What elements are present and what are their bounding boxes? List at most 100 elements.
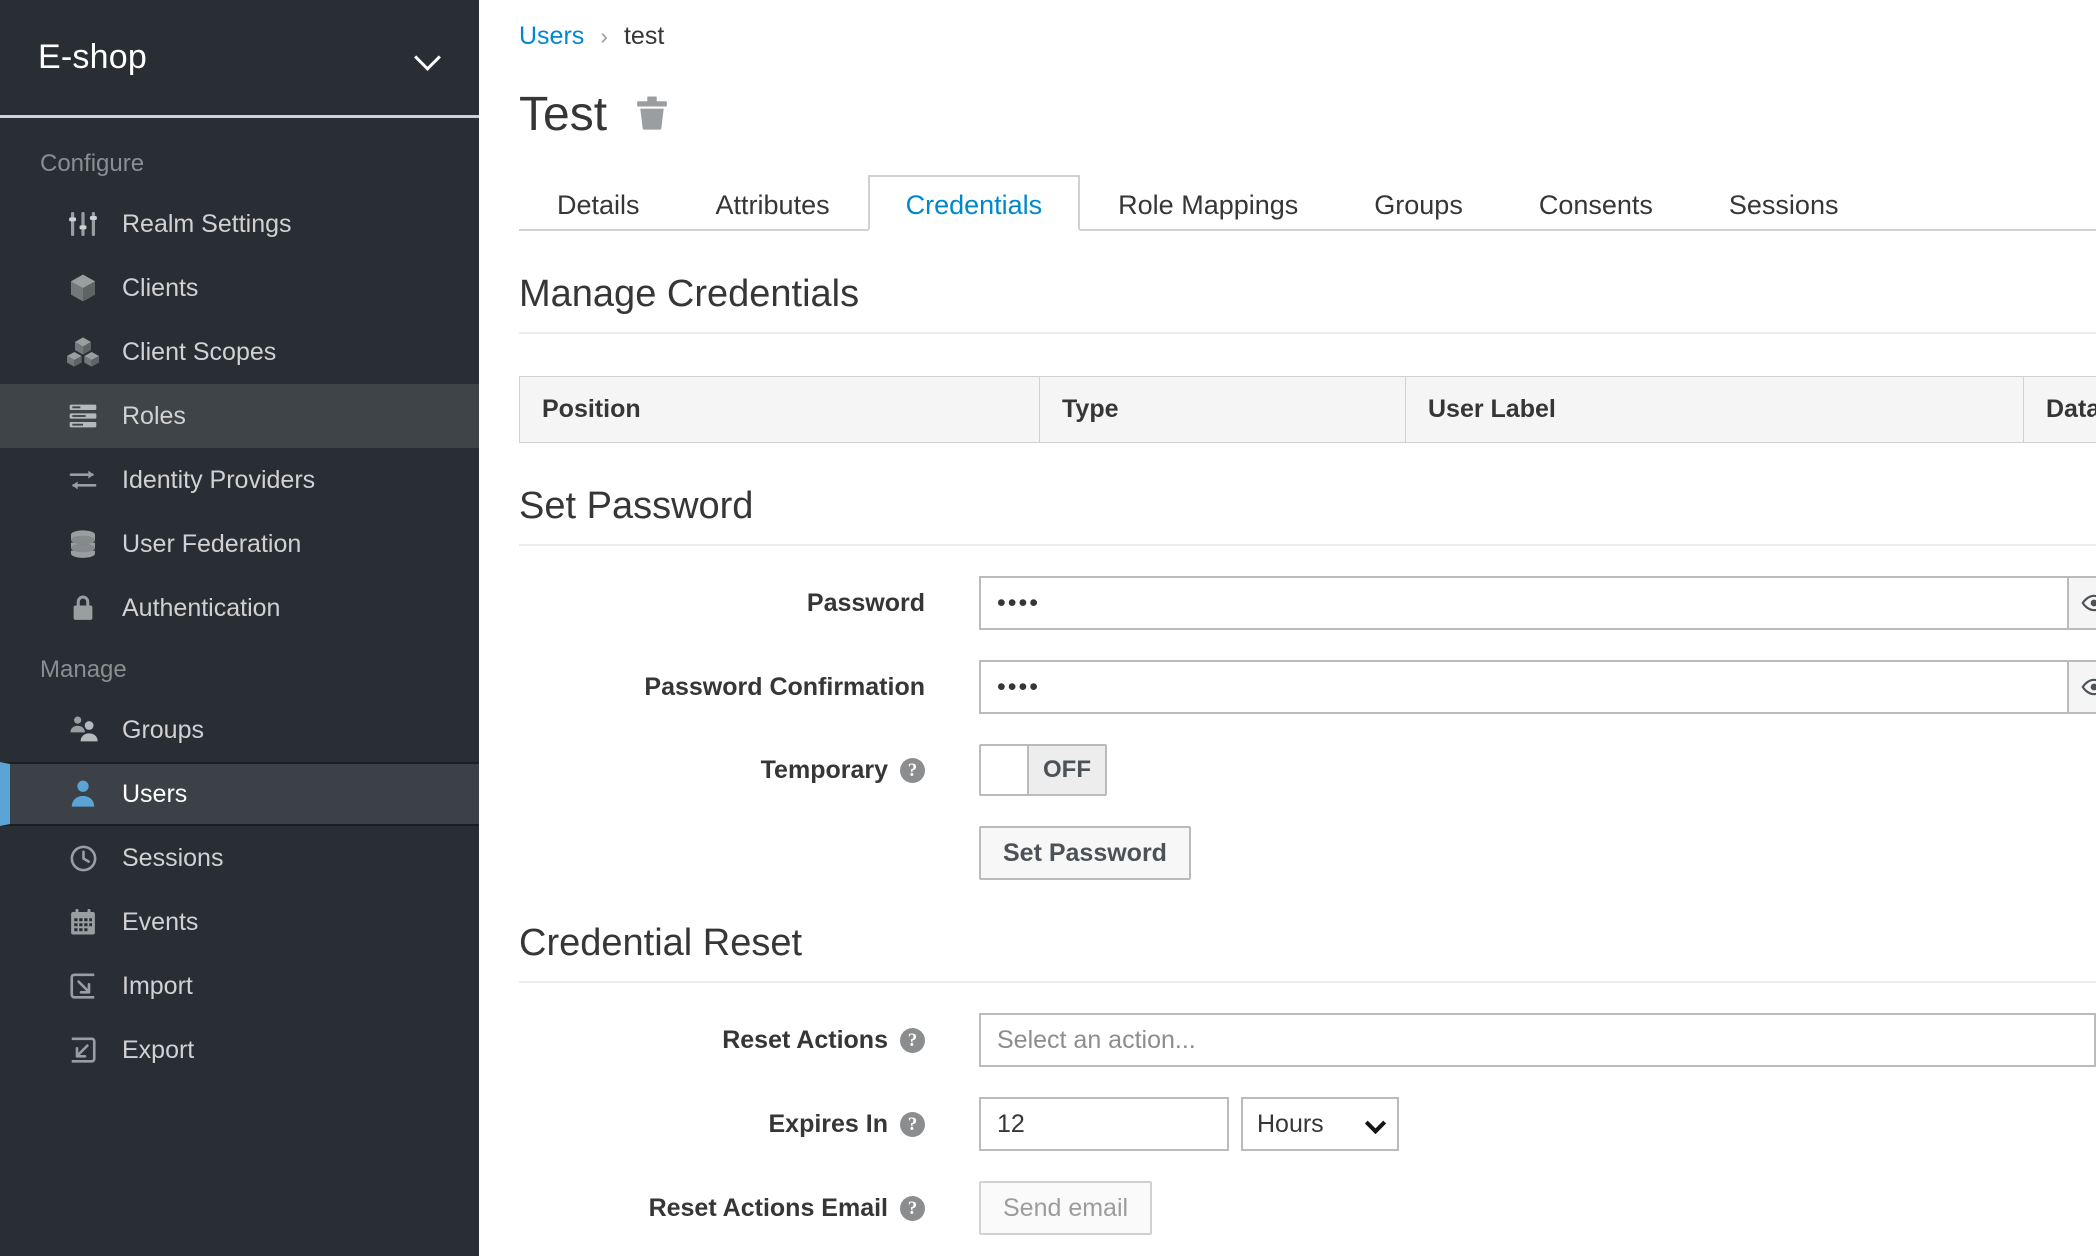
reset-actions-placeholder: Select an action... bbox=[997, 1025, 1196, 1054]
eye-icon[interactable] bbox=[2069, 576, 2096, 630]
clock-icon bbox=[66, 841, 100, 875]
toggle-knob bbox=[981, 746, 1029, 794]
manage-credentials-heading: Manage Credentials bbox=[519, 273, 2096, 334]
sidebar-item-realm-settings[interactable]: Realm Settings bbox=[0, 192, 479, 256]
table-header-row: Position Type User Label Data bbox=[519, 376, 2096, 443]
set-password-button[interactable]: Set Password bbox=[979, 826, 1191, 880]
reset-actions-email-label-text: Reset Actions Email bbox=[648, 1193, 888, 1222]
expires-in-label-text: Expires In bbox=[768, 1109, 889, 1138]
sidebar-item-label: Export bbox=[122, 1035, 195, 1064]
eye-icon[interactable] bbox=[2069, 660, 2096, 714]
sidebar-item-authentication[interactable]: Authentication bbox=[0, 576, 479, 640]
sidebar-item-groups[interactable]: Groups bbox=[0, 698, 479, 762]
sidebar-item-label: User Federation bbox=[122, 529, 302, 558]
password-row: Password bbox=[479, 576, 2096, 630]
sidebar-item-label: Import bbox=[122, 971, 193, 1000]
column-header-user-label: User Label bbox=[1405, 376, 2024, 443]
page-header: Test bbox=[479, 51, 2096, 139]
help-circle-icon[interactable]: ? bbox=[900, 757, 925, 783]
password-confirmation-input-group bbox=[979, 660, 2096, 714]
sidebar-item-label: Clients bbox=[122, 273, 199, 302]
expires-in-input[interactable] bbox=[979, 1097, 1229, 1151]
main-content: Users › test Test Details Attributes Cre… bbox=[479, 0, 2096, 1256]
temporary-row: Temporary ? OFF bbox=[479, 744, 2096, 796]
expires-in-unit-value: Hours bbox=[1257, 1109, 1324, 1138]
column-header-data: Data bbox=[2023, 376, 2096, 443]
password-confirmation-label: Password Confirmation bbox=[644, 672, 925, 701]
set-password-submit-row: Set Password bbox=[479, 826, 2096, 880]
sidebar-item-label: Groups bbox=[122, 715, 204, 744]
tab-consents[interactable]: Consents bbox=[1501, 175, 1691, 231]
reset-actions-email-label: Reset Actions Email ? bbox=[519, 1194, 979, 1223]
realm-name: E-shop bbox=[38, 38, 147, 76]
sidebar-item-roles[interactable]: Roles bbox=[0, 384, 479, 448]
sidebar-item-label: Events bbox=[122, 907, 199, 936]
tab-details[interactable]: Details bbox=[519, 175, 678, 231]
tab-groups[interactable]: Groups bbox=[1336, 175, 1501, 231]
set-password-heading: Set Password bbox=[519, 485, 2096, 546]
sidebar-item-label: Authentication bbox=[122, 593, 281, 622]
export-icon bbox=[66, 1033, 100, 1067]
list-icon bbox=[66, 399, 100, 433]
help-circle-icon[interactable]: ? bbox=[900, 1195, 925, 1221]
tab-attributes[interactable]: Attributes bbox=[678, 175, 868, 231]
expires-in-row: Expires In ? Hours bbox=[479, 1097, 2096, 1151]
temporary-toggle[interactable]: OFF bbox=[979, 744, 1107, 796]
breadcrumb: Users › test bbox=[479, 0, 2096, 51]
realm-selector[interactable]: E-shop bbox=[0, 0, 479, 118]
cubes-icon bbox=[66, 335, 100, 369]
app-root: E-shop Configure Realm Settings Clients … bbox=[0, 0, 2096, 1256]
sidebar-item-users[interactable]: Users bbox=[0, 762, 479, 826]
column-header-position: Position bbox=[519, 376, 1040, 443]
expires-in-label: Expires In ? bbox=[519, 1110, 979, 1139]
sidebar-item-events[interactable]: Events bbox=[0, 890, 479, 954]
reset-actions-label: Reset Actions ? bbox=[519, 1026, 979, 1055]
temporary-label: Temporary ? bbox=[519, 756, 979, 785]
exchange-icon bbox=[66, 463, 100, 497]
lock-icon bbox=[66, 591, 100, 625]
sidebar-item-client-scopes[interactable]: Client Scopes bbox=[0, 320, 479, 384]
nav-group-title-configure: Configure bbox=[40, 150, 145, 177]
reset-actions-select[interactable]: Select an action... bbox=[979, 1013, 2096, 1067]
password-input[interactable] bbox=[979, 576, 2069, 630]
page-title: Test bbox=[519, 88, 608, 141]
breadcrumb-link-users[interactable]: Users bbox=[519, 22, 584, 51]
sidebar-item-identity-providers[interactable]: Identity Providers bbox=[0, 448, 479, 512]
column-header-type: Type bbox=[1039, 376, 1406, 443]
send-email-button[interactable]: Send email bbox=[979, 1181, 1153, 1235]
nav-group-title-manage: Manage bbox=[40, 656, 127, 683]
sidebar-item-clients[interactable]: Clients bbox=[0, 256, 479, 320]
chevron-down-icon[interactable] bbox=[415, 45, 441, 71]
breadcrumb-separator-icon: › bbox=[600, 23, 608, 49]
sidebar-item-label: Users bbox=[122, 779, 188, 808]
help-circle-icon[interactable]: ? bbox=[900, 1027, 925, 1053]
credentials-table: Position Type User Label Data bbox=[519, 376, 2096, 443]
sidebar-item-label: Roles bbox=[122, 401, 186, 430]
sidebar-item-import[interactable]: Import bbox=[0, 954, 479, 1018]
cube-icon bbox=[66, 271, 100, 305]
chevron-down-icon bbox=[1367, 1116, 1383, 1132]
sidebar-item-label: Identity Providers bbox=[122, 465, 316, 494]
sidebar-item-export[interactable]: Export bbox=[0, 1018, 479, 1082]
tab-sessions[interactable]: Sessions bbox=[1691, 175, 1877, 231]
calendar-icon bbox=[66, 905, 100, 939]
tab-credentials[interactable]: Credentials bbox=[867, 175, 1081, 231]
expires-in-unit-select[interactable]: Hours bbox=[1241, 1097, 1399, 1151]
reset-actions-email-row: Reset Actions Email ? Send email bbox=[479, 1181, 2096, 1235]
sliders-icon bbox=[66, 207, 100, 241]
reset-actions-row: Reset Actions ? Select an action... bbox=[479, 1013, 2096, 1067]
password-confirmation-row: Password Confirmation bbox=[479, 660, 2096, 714]
toggle-state-label: OFF bbox=[1029, 746, 1105, 794]
database-icon bbox=[66, 527, 100, 561]
help-circle-icon[interactable]: ? bbox=[900, 1111, 925, 1137]
sidebar-item-user-federation[interactable]: User Federation bbox=[0, 512, 479, 576]
breadcrumb-current: test bbox=[623, 22, 665, 50]
tab-role-mappings[interactable]: Role Mappings bbox=[1080, 175, 1336, 231]
sidebar-item-label: Sessions bbox=[122, 843, 224, 872]
users-icon bbox=[66, 713, 100, 747]
sidebar-item-sessions[interactable]: Sessions bbox=[0, 826, 479, 890]
password-label: Password bbox=[806, 588, 925, 617]
trash-icon[interactable] bbox=[633, 94, 671, 137]
temporary-label-text: Temporary bbox=[760, 755, 888, 784]
password-confirmation-input[interactable] bbox=[979, 660, 2069, 714]
